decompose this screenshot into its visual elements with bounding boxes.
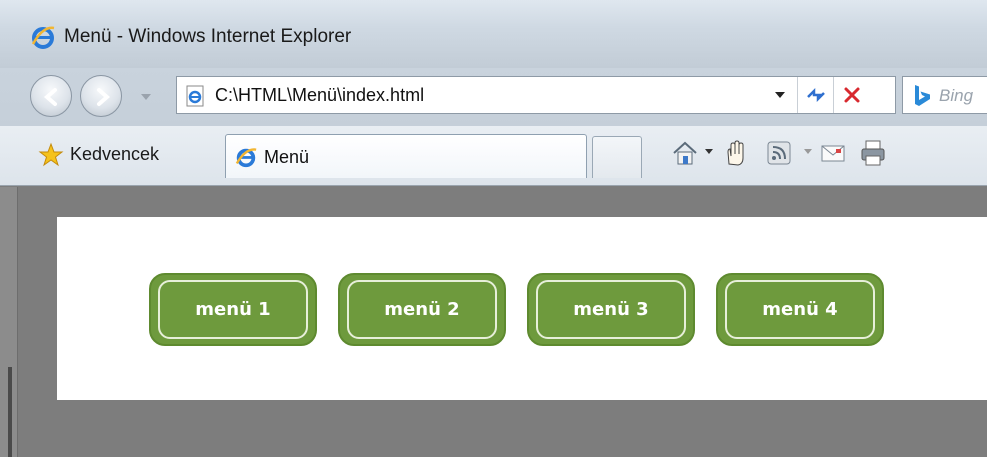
menu-button-label: menü 2	[384, 299, 460, 320]
menu-button-label: menü 3	[573, 299, 649, 320]
menu-button-2[interactable]: menü 2	[338, 273, 506, 346]
menu-button-1[interactable]: menü 1	[149, 273, 317, 346]
window-edge-shadow	[8, 367, 12, 457]
back-arrow-icon	[43, 88, 57, 106]
menu-button-inner: menü 1	[158, 280, 308, 339]
home-dropdown-icon[interactable]	[704, 148, 714, 156]
bing-icon	[915, 85, 930, 106]
ie-logo-icon	[235, 148, 257, 168]
menu-button-label: menü 1	[195, 299, 271, 320]
menu-button-4[interactable]: menü 4	[716, 273, 884, 346]
feeds-dropdown-icon[interactable]	[803, 148, 813, 156]
address-bar[interactable]: C:\HTML\Menü\index.html	[176, 76, 896, 114]
recent-pages-dropdown[interactable]	[139, 91, 153, 103]
back-button[interactable]	[30, 75, 72, 117]
menu-button-3[interactable]: menü 3	[527, 273, 695, 346]
ie-page-icon	[186, 85, 204, 107]
star-icon	[38, 142, 64, 167]
page-content: menü 1 menü 2 menü 3 menü 4	[57, 217, 987, 400]
window-title: Menü - Windows Internet Explorer	[64, 26, 352, 47]
home-icon[interactable]	[670, 138, 700, 168]
tab-bar: Kedvencek Menü	[0, 126, 987, 186]
ie-logo-icon	[31, 26, 55, 49]
forward-arrow-icon	[97, 88, 111, 106]
refresh-icon	[807, 87, 825, 103]
rss-icon[interactable]	[766, 140, 792, 166]
forward-button[interactable]	[80, 75, 122, 117]
tab-label: Menü	[264, 147, 310, 167]
search-placeholder[interactable]: Bing	[939, 86, 973, 106]
hand-icon[interactable]	[720, 138, 750, 168]
address-dropdown-icon[interactable]	[774, 90, 786, 100]
window-left-edge	[0, 187, 18, 457]
address-url[interactable]: C:\HTML\Menü\index.html	[215, 85, 424, 106]
menu-button-label: menü 4	[762, 299, 838, 320]
search-box[interactable]: Bing	[902, 76, 987, 114]
favorites-label: Kedvencek	[70, 144, 160, 164]
stop-button[interactable]	[833, 77, 869, 113]
title-bar: Menü - Windows Internet Explorer	[0, 0, 987, 68]
menu-button-inner: menü 4	[725, 280, 875, 339]
menu-button-inner: menü 3	[536, 280, 686, 339]
print-icon[interactable]	[858, 138, 888, 168]
mail-icon[interactable]	[820, 142, 846, 164]
stop-icon	[844, 87, 860, 103]
navigation-bar: C:\HTML\Menü\index.html Bing	[0, 68, 987, 126]
tab-menu[interactable]: Menü	[225, 134, 587, 178]
new-tab-button[interactable]	[592, 136, 642, 178]
refresh-button[interactable]	[797, 77, 833, 113]
menu-button-inner: menü 2	[347, 280, 497, 339]
